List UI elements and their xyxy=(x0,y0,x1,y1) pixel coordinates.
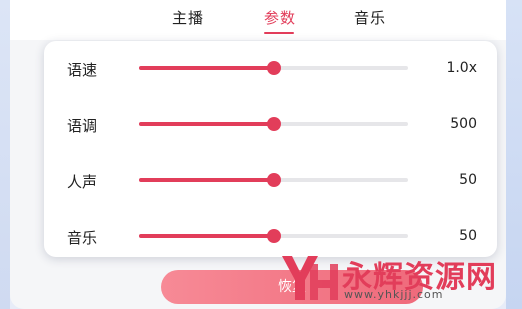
tab-active-indicator xyxy=(264,32,294,34)
param-label-speed: 语速 xyxy=(67,61,98,79)
voice-slider-fill xyxy=(139,178,274,182)
watermark-url: www.yhkjjj.com xyxy=(344,288,444,301)
param-label-voice: 人声 xyxy=(67,173,98,191)
pitch-slider-fill xyxy=(139,122,274,126)
tab-anchor[interactable]: 主播 xyxy=(172,7,204,28)
music-slider-fill xyxy=(139,234,274,238)
param-value-voice: 50 xyxy=(459,172,477,188)
music-slider[interactable] xyxy=(139,229,408,243)
speed-slider-thumb[interactable] xyxy=(266,61,281,75)
param-value-speed: 1.0x xyxy=(446,60,477,76)
voice-slider-thumb[interactable] xyxy=(266,173,281,187)
music-slider-thumb[interactable] xyxy=(266,229,281,243)
background-left xyxy=(0,0,10,309)
voice-slider[interactable] xyxy=(139,173,408,187)
watermark-logo-icon xyxy=(282,256,338,300)
tab-bar: 主播 参数 音乐 xyxy=(0,0,522,40)
param-label-pitch: 语调 xyxy=(67,117,98,135)
background-right xyxy=(506,0,522,309)
param-value-pitch: 500 xyxy=(450,116,477,132)
speed-slider[interactable] xyxy=(139,61,408,75)
tab-music[interactable]: 音乐 xyxy=(354,7,386,28)
speed-slider-fill xyxy=(139,66,274,70)
tab-params[interactable]: 参数 xyxy=(264,7,296,28)
pitch-slider-thumb[interactable] xyxy=(266,117,281,131)
param-value-music: 50 xyxy=(459,228,477,244)
param-label-music: 音乐 xyxy=(67,229,98,247)
pitch-slider[interactable] xyxy=(139,117,408,131)
